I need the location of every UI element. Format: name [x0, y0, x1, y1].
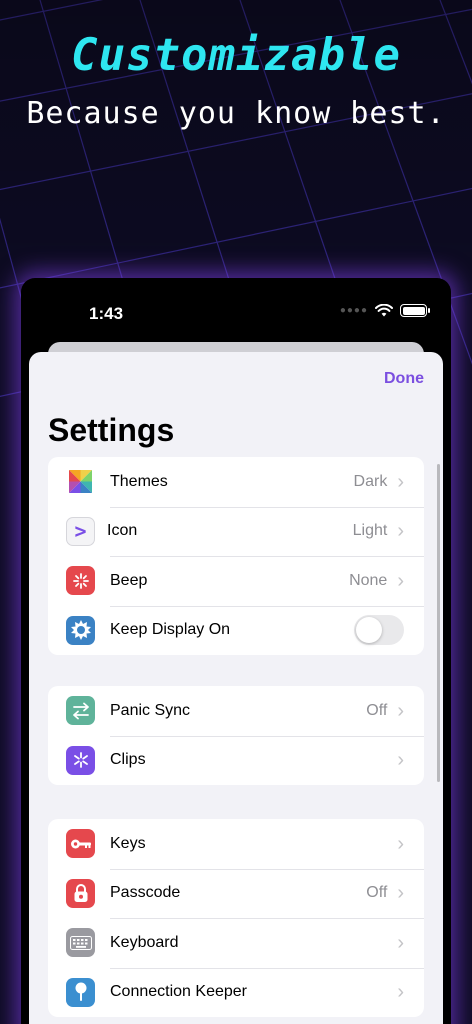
settings-group-appearance: Themes Dark › > Icon Light › Beep None ›… [48, 457, 424, 655]
battery-icon [400, 304, 430, 317]
settings-row-keys[interactable]: Keys › [48, 819, 424, 869]
settings-row-panic-sync[interactable]: Panic Sync Off › [48, 686, 424, 736]
settings-row-value: Off [366, 884, 388, 902]
wifi-icon [375, 304, 393, 317]
keep-display-on-toggle[interactable] [354, 615, 404, 646]
lock-icon [66, 878, 95, 908]
settings-row-clips[interactable]: Clips › [48, 735, 424, 786]
settings-row-label: Passcode [110, 884, 181, 902]
settings-row-icon[interactable]: > Icon Light › [48, 506, 424, 557]
settings-row-value: Dark [353, 472, 388, 490]
settings-row-label: Keyboard [110, 933, 179, 951]
settings-row-keep-display-on: Keep Display On [48, 605, 424, 656]
chevron-right-icon: › [397, 520, 404, 543]
settings-row-connection-keeper[interactable]: Connection Keeper › [48, 967, 424, 1018]
settings-row-value: None [349, 571, 388, 589]
app-icon: > [66, 516, 95, 546]
settings-row-passcode[interactable]: Passcode Off › [48, 868, 424, 919]
settings-row-label: Connection Keeper [110, 983, 247, 1001]
signal-dots-icon: ●●●● [339, 305, 368, 316]
chevron-right-icon: › [397, 931, 404, 954]
page-title: Settings [48, 412, 175, 448]
settings-row-themes[interactable]: Themes Dark › [48, 457, 424, 507]
phone-frame: 1:43 ●●●● Done Settings Themes Dark › > … [21, 278, 451, 1024]
done-button[interactable]: Done [384, 370, 424, 388]
chevron-right-icon: › [397, 470, 404, 493]
display-icon [66, 615, 95, 645]
settings-row-label: Keep Display On [110, 621, 231, 639]
chevron-right-icon: › [397, 569, 404, 592]
settings-row-beep[interactable]: Beep None › [48, 556, 424, 606]
settings-row-label: Panic Sync [110, 701, 191, 719]
scroll-indicator[interactable] [437, 464, 440, 782]
settings-row-label: Clips [110, 751, 146, 769]
settings-row-label: Themes [110, 472, 168, 490]
pin-icon [66, 977, 95, 1007]
chevron-right-icon: › [397, 981, 404, 1004]
chevron-right-icon: › [397, 882, 404, 905]
settings-row-label: Beep [110, 571, 148, 589]
settings-row-label: Keys [110, 834, 146, 852]
status-icons: ●●●● [339, 304, 430, 317]
beep-icon [66, 566, 95, 596]
settings-sheet: Done Settings Themes Dark › > Icon Light… [29, 352, 443, 1024]
clips-icon [66, 745, 95, 775]
chevron-right-icon: › [397, 749, 404, 772]
settings-row-label: Icon [107, 522, 138, 540]
settings-row-keyboard[interactable]: Keyboard › [48, 918, 424, 968]
keyboard-icon [66, 928, 95, 958]
hero-subtitle: Because you know best. [26, 96, 446, 131]
hero-title: Customizable [71, 30, 401, 81]
chevron-right-icon: › [397, 699, 404, 722]
settings-group-security: Keys › Passcode Off › Keyboard › Connect… [48, 819, 424, 1017]
sync-icon [66, 696, 95, 726]
chevron-right-icon: › [397, 832, 404, 855]
settings-group-sync: Panic Sync Off › Clips › [48, 686, 424, 785]
settings-row-value: Off [366, 701, 388, 719]
themes-icon [66, 467, 95, 497]
status-time: 1:43 [89, 304, 124, 323]
key-icon [66, 829, 95, 859]
settings-row-value: Light [352, 522, 388, 540]
